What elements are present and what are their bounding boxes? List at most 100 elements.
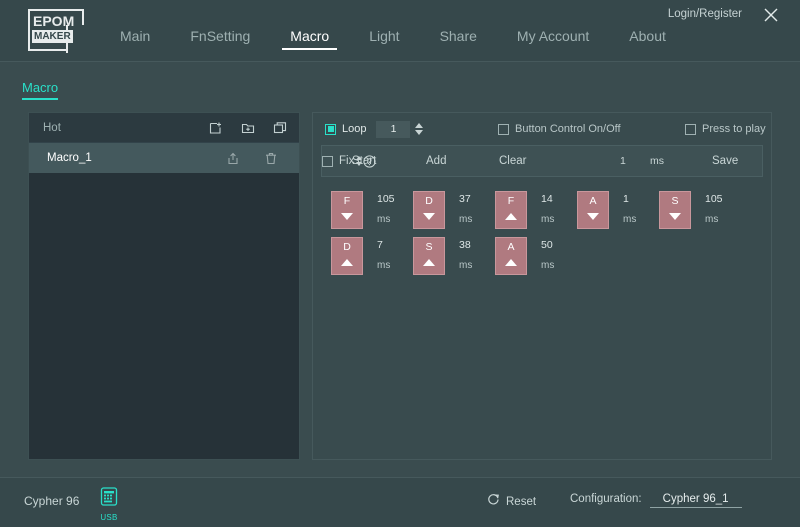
step-delay[interactable]: 50 ms <box>541 237 575 272</box>
step-delay-unit: ms <box>377 260 391 271</box>
login-register-link[interactable]: Login/Register <box>668 8 742 20</box>
duplicate-icon[interactable] <box>273 121 287 135</box>
nav-item-share[interactable]: Share <box>440 28 477 50</box>
step-delay[interactable]: 14 ms <box>541 191 575 226</box>
button-control-option: Button Control On/Off <box>498 123 621 135</box>
key-box[interactable]: S <box>413 237 445 275</box>
configuration-value[interactable]: Cypher 96_1 <box>649 493 742 508</box>
status-bar: Cypher 96 USB Reset Configuration: Cyphe… <box>0 477 800 527</box>
key-box[interactable]: D <box>413 191 445 229</box>
nav-item-macro[interactable]: Macro <box>282 28 338 50</box>
save-button[interactable]: Save <box>712 155 738 167</box>
reset-button[interactable]: Reset <box>487 493 536 511</box>
key-box[interactable]: F <box>331 191 363 229</box>
keyboard-icon <box>99 487 119 512</box>
sequence-step: A 50 ms <box>495 237 577 275</box>
key-direction-up-icon <box>423 259 435 266</box>
key-direction-up-icon <box>505 259 517 266</box>
nav-item-fnsetting[interactable]: FnSetting <box>190 28 250 50</box>
press-to-play-checkbox[interactable] <box>685 123 696 135</box>
key-box[interactable]: D <box>331 237 363 275</box>
fix-checkbox[interactable] <box>322 155 333 167</box>
sequence-step: F 14 ms <box>495 191 577 229</box>
fix-delay-value[interactable]: 1 <box>620 155 626 167</box>
connection-status[interactable]: USB <box>94 486 124 522</box>
sequence-step: D 7 ms <box>331 237 413 275</box>
delete-icon[interactable] <box>265 152 277 165</box>
close-icon[interactable] <box>762 6 780 24</box>
step-delay-unit: ms <box>623 214 637 225</box>
configuration-field: Configuration: Cypher 96_1 <box>570 493 742 508</box>
press-to-play-label: Press to play <box>702 123 766 135</box>
macro-options-bar: Loop 1 Button Control On/Off Press to pl… <box>313 113 771 145</box>
nav-item-main[interactable]: Main <box>120 28 150 50</box>
step-delay-value[interactable]: 37 <box>459 192 493 206</box>
add-button[interactable]: Add <box>426 155 446 167</box>
step-delay[interactable]: 1 ms <box>623 191 657 226</box>
loop-count-stepper[interactable]: 1 <box>376 120 424 138</box>
key-label: S <box>671 195 679 207</box>
macro-list-header-label: Hot <box>43 121 61 134</box>
loop-label: Loop <box>342 123 367 135</box>
step-delay-value[interactable]: 50 <box>541 238 575 252</box>
step-delay[interactable]: 37 ms <box>459 191 493 226</box>
step-delay-value[interactable]: 105 <box>377 192 411 206</box>
reset-label: Reset <box>506 496 537 508</box>
nav-item-about[interactable]: About <box>629 28 666 50</box>
button-control-checkbox[interactable] <box>498 123 509 135</box>
chevron-up-icon[interactable] <box>414 123 423 128</box>
chevron-down-icon[interactable] <box>414 130 423 135</box>
key-direction-up-icon <box>505 213 517 220</box>
key-direction-up-icon <box>341 259 353 266</box>
page-title: Macro <box>22 80 59 100</box>
key-label: A <box>589 195 597 207</box>
key-label: D <box>425 195 433 207</box>
step-delay-value[interactable]: 7 <box>377 238 411 252</box>
button-control-label: Button Control On/Off <box>515 123 621 135</box>
key-direction-down-icon <box>587 213 599 220</box>
step-delay-value[interactable]: 105 <box>705 192 739 206</box>
key-box[interactable]: A <box>495 237 527 275</box>
key-label: D <box>343 241 351 253</box>
key-label: F <box>343 195 351 207</box>
fix-delay-option: Fix <box>322 155 354 167</box>
step-delay-value[interactable]: 14 <box>541 192 575 206</box>
macro-editor-panel: Loop 1 Button Control On/Off Press to pl… <box>312 112 772 460</box>
step-delay-value[interactable]: 1 <box>623 192 657 206</box>
export-icon[interactable] <box>227 152 239 165</box>
macro-action-toolbar: Start Add Clear Fix 1 ms Save <box>321 145 763 177</box>
loop-count-value[interactable]: 1 <box>376 120 411 138</box>
press-to-play-option: Press to play <box>685 123 766 135</box>
macro-list-item-label: Macro_1 <box>47 152 92 164</box>
step-delay-unit: ms <box>541 260 555 271</box>
app-header: EPOM MAKER Main FnSetting Macro Light Sh… <box>0 0 800 62</box>
new-file-icon[interactable] <box>209 121 223 135</box>
new-folder-icon[interactable] <box>241 121 255 135</box>
fix-delay-unit: ms <box>650 155 664 167</box>
step-delay[interactable]: 7 ms <box>377 237 411 272</box>
sequence-step: D 37 ms <box>413 191 495 229</box>
epomaker-logo: EPOM MAKER <box>28 9 86 53</box>
step-delay[interactable]: 105 ms <box>705 191 739 226</box>
step-delay[interactable]: 105 ms <box>377 191 411 226</box>
loop-checkbox[interactable] <box>325 123 336 135</box>
clear-button[interactable]: Clear <box>499 155 526 167</box>
nav-item-my-account[interactable]: My Account <box>517 28 589 50</box>
step-delay-value[interactable]: 38 <box>459 238 493 252</box>
refresh-icon <box>487 493 500 511</box>
loop-count-arrows[interactable] <box>413 121 424 138</box>
macro-key-sequence: F 105 ms D 37 ms F 14 ms A 1 ms S 105 ms… <box>313 177 771 283</box>
key-box[interactable]: A <box>577 191 609 229</box>
key-box[interactable]: F <box>495 191 527 229</box>
step-delay-unit: ms <box>459 260 473 271</box>
macro-list-item-macro-1[interactable]: Macro_1 <box>29 143 299 173</box>
start-button[interactable]: Start <box>352 155 376 167</box>
key-label: S <box>425 241 433 253</box>
key-box[interactable]: S <box>659 191 691 229</box>
sequence-step: A 1 ms <box>577 191 659 229</box>
nav-item-light[interactable]: Light <box>369 28 399 50</box>
macro-list-item-actions <box>227 152 277 165</box>
step-delay[interactable]: 38 ms <box>459 237 493 272</box>
main-navigation: Main FnSetting Macro Light Share My Acco… <box>120 28 706 50</box>
step-delay-unit: ms <box>541 214 555 225</box>
